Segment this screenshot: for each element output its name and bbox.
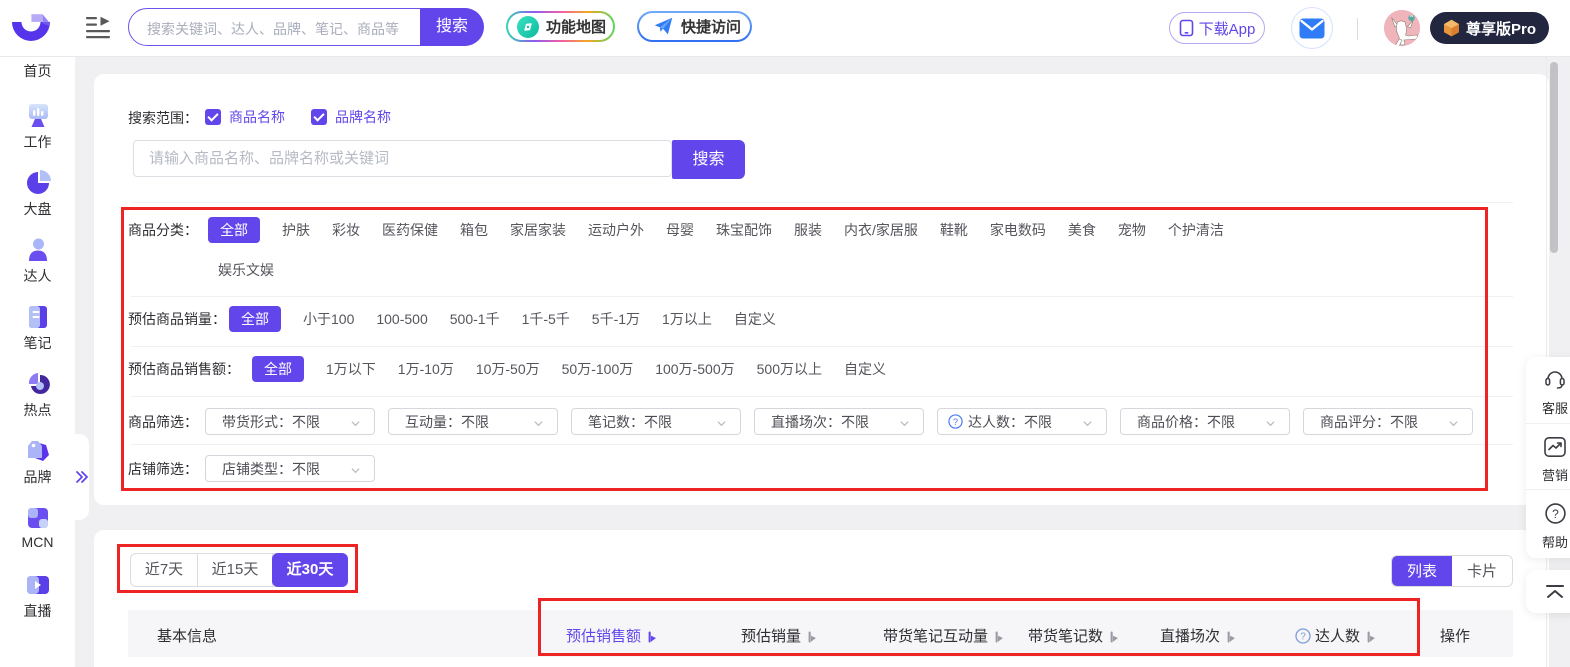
svg-text:?: ?: [1300, 632, 1306, 643]
svg-text:?: ?: [953, 417, 958, 427]
svg-text:?: ?: [1552, 507, 1559, 521]
